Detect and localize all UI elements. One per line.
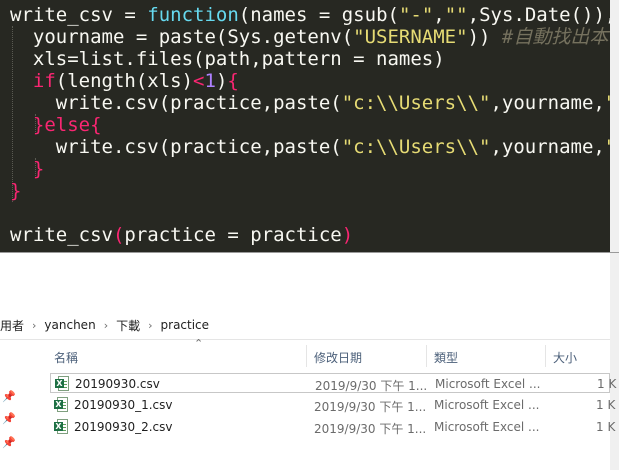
code-token: (names = gsub( (238, 4, 399, 26)
excel-csv-icon: X (54, 419, 68, 434)
file-name: 20190930_2.csv (74, 420, 173, 434)
file-size: 1 K (596, 420, 616, 434)
sheet-line (64, 384, 67, 385)
file-modified: 2019/9/30 下午 1... (315, 379, 428, 393)
column-resize-handle[interactable] (306, 345, 307, 367)
sheet-line (63, 405, 66, 406)
code-line[interactable]: write.csv(practice,paste("c:\\Users\\",y… (10, 92, 610, 114)
sheet-line (63, 430, 66, 431)
code-token: "c:\\Users\\" (341, 136, 491, 158)
code-line[interactable] (10, 202, 610, 224)
column-header-type[interactable]: 類型 (434, 349, 458, 366)
code-token: "c:\\Users\\" (341, 92, 491, 114)
pin-icon[interactable]: 📌 (2, 412, 16, 425)
column-header-name[interactable]: 名稱 (54, 349, 78, 366)
excel-badge: X (55, 379, 64, 388)
pin-icon[interactable]: 📌 (2, 436, 16, 449)
sheet-line (63, 424, 66, 425)
breadcrumb-separator: › (103, 318, 109, 332)
code-token: ,Sys.Date()),pr (467, 4, 610, 26)
code-line[interactable]: if(length(xls)<1){ (10, 70, 610, 92)
code-token: "USERNAME" (353, 26, 468, 48)
code-token: "" (444, 4, 468, 26)
code-token: } (10, 158, 45, 180)
file-modified: 2019/9/30 下午 1... (314, 422, 427, 436)
column-resize-handle[interactable] (545, 345, 546, 367)
column-resize-handle[interactable] (426, 345, 427, 367)
code-token: write_csv (10, 224, 113, 246)
file-row[interactable]: X 20190930_2.csv 2019/9/30 下午 1... Microsof… (50, 417, 615, 437)
file-type: Microsoft Excel ... (435, 377, 541, 391)
code-token: write.csv(practice,paste( (10, 92, 342, 114)
code-line[interactable]: write.csv(practice,paste("c:\\Users\\",y… (10, 136, 610, 158)
column-header-modified[interactable]: 修改日期 (314, 349, 362, 366)
file-name: 20190930_1.csv (74, 398, 173, 412)
breadcrumb-separator: › (148, 318, 153, 332)
code-token: write.csv(practice,paste( (10, 136, 342, 158)
code-text[interactable]: write_csv = function(names = gsub("-",""… (10, 4, 610, 246)
code-token: 1 (204, 70, 216, 92)
code-line[interactable]: xls=list.files(path,pattern = names) (10, 48, 610, 70)
file-row[interactable]: X 20190930.csv 2019/9/30 下午 1... Microsoft … (50, 373, 616, 393)
code-token: ) (341, 224, 354, 246)
code-token: if (10, 70, 56, 92)
sort-caret-icon: ⌃ (194, 337, 204, 350)
code-token: practice = practice (124, 224, 342, 246)
excel-badge: X (54, 400, 63, 409)
sheet-line (63, 427, 66, 428)
code-token: < (193, 70, 205, 92)
breadcrumb-item-downloads[interactable]: 下載 (116, 317, 140, 334)
code-token: } (10, 180, 22, 202)
breadcrumb-item-yanchen[interactable]: yanchen (44, 318, 95, 332)
code-token: "-" (398, 4, 434, 26)
file-type: Microsoft Excel ... (434, 398, 540, 412)
file-row[interactable]: X 20190930_1.csv 2019/9/30 下午 1... Microsof… (50, 395, 615, 415)
code-line[interactable]: write_csv(practice = practice) (10, 224, 610, 246)
breadcrumb-separator: › (32, 318, 37, 332)
code-token: ) (215, 70, 228, 92)
code-line[interactable]: } (10, 180, 610, 202)
code-token: ,yourname, (490, 136, 605, 158)
file-size: 1 K (596, 398, 616, 412)
code-token: { (227, 70, 239, 92)
breadcrumb-item-practice[interactable]: practice (161, 318, 210, 332)
code-token: write_csv = (10, 4, 148, 26)
pin-icon[interactable]: 📌 (2, 390, 16, 403)
code-token: yourname = paste(Sys.getenv( (10, 26, 354, 48)
file-type: Microsoft Excel ... (434, 420, 540, 434)
sheet-line (64, 381, 67, 382)
sheet-line (64, 387, 67, 388)
code-token: )) (467, 26, 502, 48)
sheet-line (63, 408, 66, 409)
column-header-size[interactable]: 大小 (553, 349, 577, 366)
code-line[interactable]: } (10, 158, 610, 180)
file-size: 1 K (597, 377, 617, 391)
code-token: (length(xls) (55, 70, 194, 92)
code-token: xls=list.files(path,pattern = names) (10, 48, 445, 70)
breadcrumb: 用者 › yanchen › 下載 › practice (0, 315, 209, 335)
file-modified: 2019/9/30 下午 1... (314, 400, 427, 414)
excel-csv-icon: X (54, 397, 68, 412)
column-header-row: ⌃ 名稱 修改日期 類型 大小 (22, 337, 610, 367)
code-token: ( (112, 224, 125, 246)
navigation-pane: 📌 📌 📌 (0, 340, 22, 470)
file-name: 20190930.csv (75, 377, 160, 391)
file-explorer: 用者 › yanchen › 下載 › practice 📌 📌 📌 ⌃ 名稱 … (0, 253, 616, 470)
address-divider (0, 339, 610, 340)
code-token: function (147, 4, 239, 26)
breadcrumb-item-users[interactable]: 用者 (0, 317, 24, 334)
code-token: ,yourname, (490, 92, 605, 114)
code-token: }else{ (10, 114, 102, 136)
excel-badge: X (54, 422, 63, 431)
code-token: #自動找出本機 (501, 26, 610, 48)
code-line[interactable]: yourname = paste(Sys.getenv("USERNAME"))… (10, 26, 610, 48)
code-line[interactable]: }else{ (10, 114, 610, 136)
code-line[interactable]: write_csv = function(names = gsub("-",""… (10, 4, 610, 26)
code-editor[interactable]: write_csv = function(names = gsub("-",""… (0, 0, 610, 252)
excel-csv-icon: X (55, 376, 69, 391)
code-token: , (433, 4, 445, 26)
sheet-line (63, 402, 66, 403)
